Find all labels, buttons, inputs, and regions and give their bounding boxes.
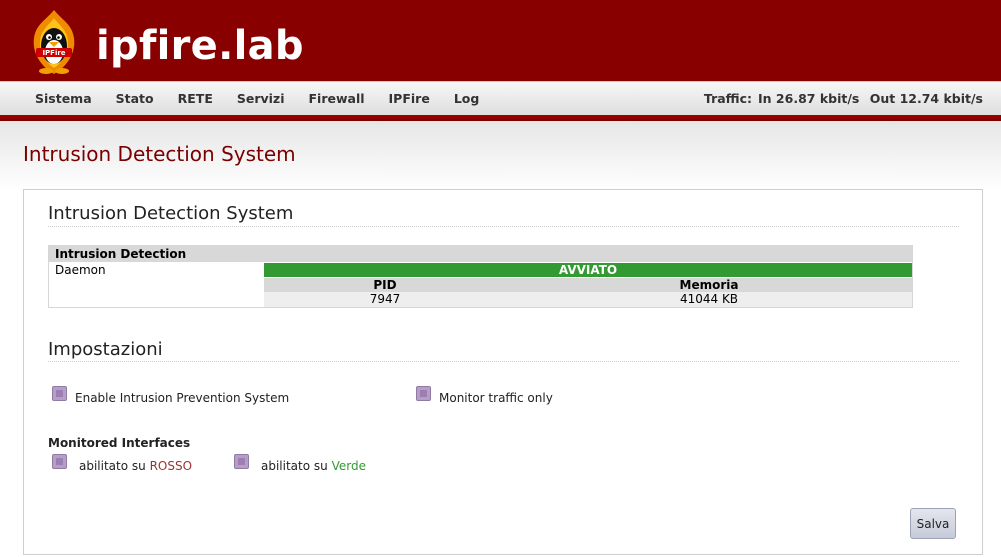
green-interface-checkbox[interactable]	[234, 454, 249, 469]
section-divider	[48, 361, 959, 362]
main-nav: Sistema Stato RETE Servizi Firewall IPFi…	[0, 81, 1001, 115]
status-badge: AVVIATO	[264, 263, 912, 277]
enabled-on-text: abilitato su	[261, 459, 328, 473]
content-panel: Intrusion Detection System Intrusion Det…	[23, 189, 983, 555]
green-interface-label: abilitato su Verde	[261, 458, 366, 474]
table-header: Intrusion Detection	[49, 246, 912, 262]
header-bar: IPFire ipfire.lab	[0, 0, 1001, 81]
pid-value: 7947	[264, 292, 506, 307]
traffic-in: In 26.87 kbit/s	[758, 91, 860, 106]
section-divider	[48, 226, 959, 227]
site-title: ipfire.lab	[96, 23, 304, 69]
section-title-ids: Intrusion Detection System	[48, 203, 294, 224]
memory-column-header: Memoria	[506, 278, 912, 292]
page-title: Intrusion Detection System	[23, 142, 296, 166]
monitored-interfaces-heading: Monitored Interfaces	[48, 436, 191, 450]
traffic-out: Out 12.74 kbit/s	[869, 91, 983, 106]
nav-item-rete[interactable]: RETE	[166, 82, 225, 116]
red-interface-label: abilitato su ROSSO	[79, 458, 192, 474]
nav-item-ipfire[interactable]: IPFire	[377, 82, 442, 116]
red-interface-checkbox[interactable]	[52, 454, 67, 469]
ids-status-table: Intrusion Detection Daemon AVVIATO PID M…	[48, 245, 913, 308]
enabled-on-text: abilitato su	[79, 459, 146, 473]
nav-item-stato[interactable]: Stato	[104, 82, 166, 116]
save-button[interactable]: Salva	[910, 508, 956, 539]
monitor-only-label: Monitor traffic only	[439, 391, 553, 405]
nav-item-log[interactable]: Log	[442, 82, 492, 116]
enable-ips-checkbox[interactable]	[52, 386, 67, 401]
svg-text:IPFire: IPFire	[42, 49, 65, 57]
section-title-settings: Impostazioni	[48, 339, 163, 360]
enable-ips-label: Enable Intrusion Prevention System	[75, 391, 290, 405]
nav-item-servizi[interactable]: Servizi	[225, 82, 297, 116]
nav-item-sistema[interactable]: Sistema	[23, 82, 104, 116]
pid-column-header: PID	[264, 278, 506, 292]
red-zone-name: ROSSO	[149, 459, 193, 473]
ipfire-logo-icon[interactable]: IPFire	[26, 8, 82, 76]
monitor-only-checkbox[interactable]	[416, 386, 431, 401]
traffic-label: Traffic:	[703, 91, 753, 106]
traffic-status: Traffic: In 26.87 kbit/s Out 12.74 kbit/s	[698, 82, 983, 116]
memory-value: 41044 KB	[506, 292, 912, 307]
daemon-label: Daemon	[55, 263, 106, 277]
green-zone-name: Verde	[331, 459, 366, 473]
nav-item-firewall[interactable]: Firewall	[297, 82, 377, 116]
